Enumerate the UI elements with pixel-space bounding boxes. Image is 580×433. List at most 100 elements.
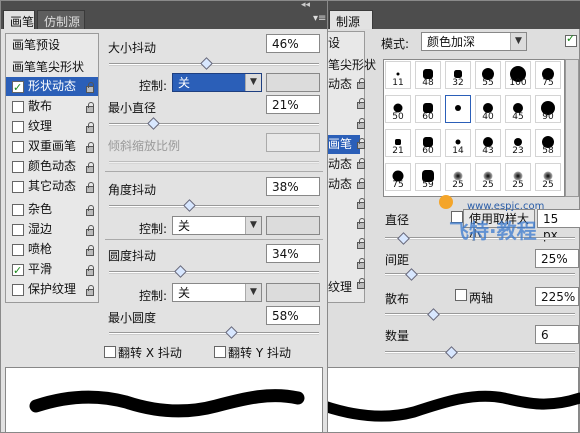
back-sidebar-item-selected[interactable]: 画笔: [328, 135, 360, 154]
flip-y-checkbox[interactable]: [214, 346, 226, 358]
scatter-slider-thumb[interactable]: [427, 308, 440, 321]
back-sidebar-item[interactable]: 纹理: [328, 278, 352, 297]
sidebar-checkbox[interactable]: [12, 78, 24, 97]
angle-jitter-field[interactable]: 38%: [266, 177, 320, 196]
sidebar-item[interactable]: 平滑: [6, 260, 98, 280]
roundness-jitter-slider[interactable]: [109, 271, 319, 274]
sidebar-item[interactable]: 纹理: [6, 117, 98, 136]
size-jitter-field[interactable]: 46%: [266, 34, 320, 53]
lock-icon[interactable]: [86, 102, 94, 113]
sidebar-item[interactable]: 其它动态: [6, 177, 98, 196]
sidebar-checkbox[interactable]: [12, 181, 24, 193]
lock-icon[interactable]: [357, 138, 365, 149]
lock-icon[interactable]: [357, 98, 365, 109]
sidebar-checkbox[interactable]: [12, 101, 24, 113]
min-roundness-slider[interactable]: [109, 332, 319, 335]
sidebar-checkbox[interactable]: [12, 244, 24, 256]
min-diameter-slider-thumb[interactable]: [147, 117, 160, 130]
sidebar-item[interactable]: 画笔预设: [6, 36, 98, 55]
brush-tip-cell[interactable]: 25: [445, 163, 471, 191]
back-sidebar-item[interactable]: 笔尖形状: [328, 56, 376, 75]
tab-clone-source[interactable]: 仿制源: [37, 10, 85, 29]
lock-icon[interactable]: [357, 118, 365, 129]
collapse-icon[interactable]: ◂◂: [301, 0, 310, 10]
back-tab-clone-source[interactable]: 制源: [329, 10, 373, 29]
sidebar-item[interactable]: 画笔笔尖形状: [6, 58, 98, 77]
lock-icon[interactable]: [86, 225, 94, 236]
lock-icon[interactable]: [357, 158, 365, 169]
count-slider[interactable]: [385, 351, 575, 354]
size-jitter-slider-thumb[interactable]: [199, 57, 213, 70]
brush-tip-cell[interactable]: 25: [505, 163, 531, 191]
back-sidebar-item[interactable]: 动态: [328, 75, 352, 94]
back-sidebar-item[interactable]: 设: [328, 34, 340, 53]
brush-tip-cell[interactable]: 75: [385, 163, 411, 191]
min-roundness-slider-thumb[interactable]: [224, 326, 238, 339]
panel-menu-icon[interactable]: ▾≡: [313, 13, 326, 24]
sidebar-item[interactable]: 湿边: [6, 220, 98, 239]
lock-icon[interactable]: [357, 278, 365, 289]
lock-icon[interactable]: [86, 142, 94, 153]
brush-tip-cell[interactable]: 14: [445, 129, 471, 157]
mode-dropdown[interactable]: 颜色加深 ▼: [421, 32, 527, 51]
sidebar-checkbox[interactable]: [12, 141, 24, 153]
size-jitter-slider[interactable]: [109, 63, 319, 66]
diameter-slider-thumb[interactable]: [397, 232, 410, 245]
brush-tip-cell[interactable]: 25: [475, 163, 501, 191]
brush-tip-cell[interactable]: 48: [415, 61, 441, 89]
lock-icon[interactable]: [86, 245, 94, 256]
scatter-slider[interactable]: [385, 313, 575, 316]
lock-icon[interactable]: [357, 258, 365, 269]
brush-tip-cell[interactable]: 32: [445, 61, 471, 89]
brush-tip-cell[interactable]: 23: [505, 129, 531, 157]
brush-tip-cell[interactable]: 60: [415, 95, 441, 123]
size-control-dropdown[interactable]: 关 ▼: [172, 73, 262, 92]
brush-tip-cell[interactable]: 60: [415, 129, 441, 157]
sidebar-item[interactable]: 喷枪: [6, 240, 98, 259]
tab-brush[interactable]: 画笔: [3, 10, 35, 29]
partial-checkbox[interactable]: [565, 32, 577, 47]
sidebar-checkbox[interactable]: [12, 121, 24, 133]
roundness-jitter-slider-thumb[interactable]: [174, 265, 188, 278]
sidebar-item[interactable]: 形状动态: [6, 77, 98, 97]
brush-grid-scrollbar[interactable]: [565, 59, 579, 197]
brush-tip-cell[interactable]: 75: [535, 61, 561, 89]
back-sidebar-item[interactable]: 动态: [328, 155, 352, 174]
lock-icon[interactable]: [86, 122, 94, 133]
min-roundness-field[interactable]: 58%: [266, 306, 320, 325]
lock-icon[interactable]: [357, 198, 365, 209]
brush-tip-cell[interactable]: 21: [385, 129, 411, 157]
brush-tip-cell[interactable]: 40: [475, 95, 501, 123]
sidebar-item[interactable]: 散布: [6, 97, 98, 116]
lock-icon[interactable]: [357, 178, 365, 189]
spacing-field[interactable]: 25%: [535, 249, 579, 268]
count-field[interactable]: 6: [535, 325, 579, 344]
brush-tip-cell[interactable]: 59: [415, 163, 441, 191]
lock-icon[interactable]: [357, 218, 365, 229]
brush-tip-cell[interactable]: 11: [385, 61, 411, 89]
roundness-jitter-field[interactable]: 34%: [266, 244, 320, 263]
lock-icon[interactable]: [357, 78, 365, 89]
brush-tip-cell[interactable]: 25: [535, 163, 561, 191]
brush-tip-cell[interactable]: 45: [505, 95, 531, 123]
lock-icon[interactable]: [86, 182, 94, 193]
sidebar-item[interactable]: 双重画笔: [6, 137, 98, 156]
brush-tip-cell[interactable]: 100: [505, 61, 531, 89]
angle-jitter-slider[interactable]: [109, 205, 319, 208]
min-diameter-slider[interactable]: [109, 123, 319, 126]
sidebar-item[interactable]: 颜色动态: [6, 157, 98, 176]
sidebar-checkbox[interactable]: [12, 161, 24, 173]
sidebar-checkbox[interactable]: [12, 204, 24, 216]
sidebar-checkbox[interactable]: [12, 261, 24, 280]
sidebar-checkbox[interactable]: [12, 284, 24, 296]
lock-icon[interactable]: [86, 205, 94, 216]
brush-tip-cell[interactable]: 50: [385, 95, 411, 123]
spacing-slider-thumb[interactable]: [405, 268, 418, 281]
lock-icon[interactable]: [86, 82, 94, 93]
brush-tip-cell[interactable]: 90: [535, 95, 561, 123]
brush-tip-cell[interactable]: 55: [475, 61, 501, 89]
lock-icon[interactable]: [357, 238, 365, 249]
brush-tip-cell[interactable]: 58: [535, 129, 561, 157]
lock-icon[interactable]: [86, 265, 94, 276]
lock-icon[interactable]: [86, 162, 94, 173]
